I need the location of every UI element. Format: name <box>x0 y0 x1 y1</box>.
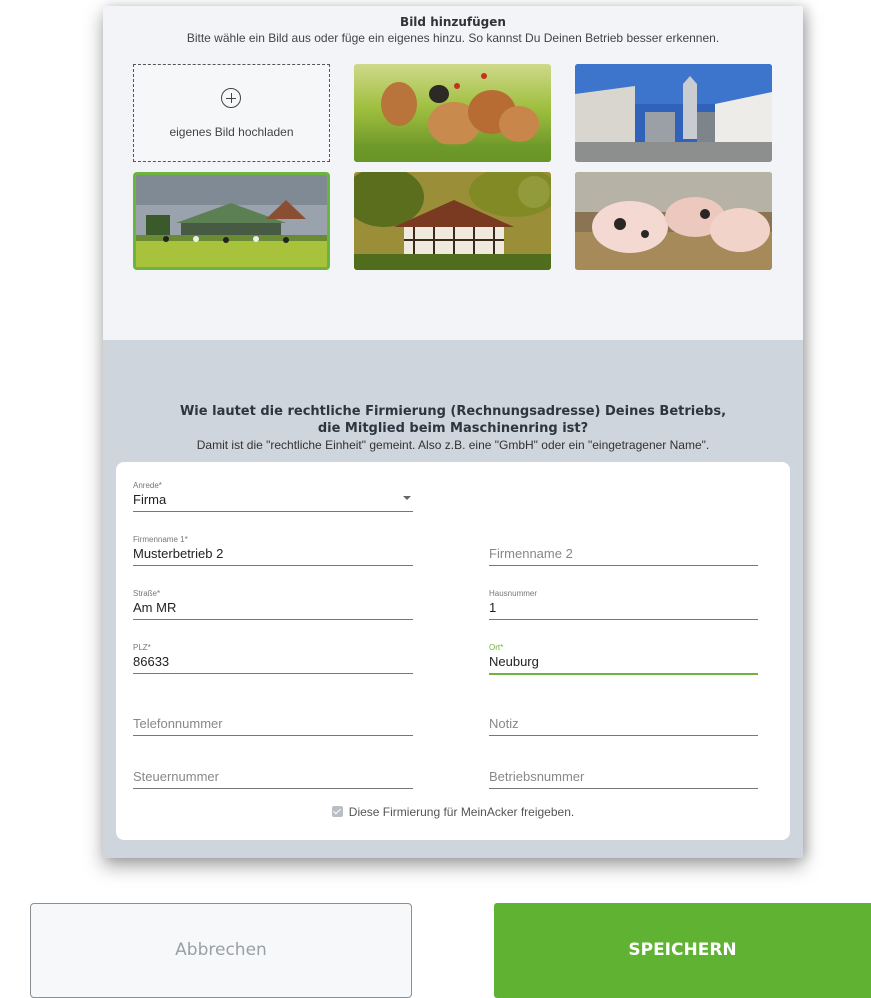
checkbox-checked-icon[interactable] <box>331 806 343 817</box>
company-form-section: Wie lautet die rechtliche Firmierung (Re… <box>103 340 803 858</box>
plz-field[interactable]: PLZ* 86633 <box>133 643 413 674</box>
firmenname1-value: Musterbetrieb 2 <box>133 546 224 561</box>
farm-silo-photo <box>575 64 772 162</box>
image-option-barn-cows[interactable] <box>133 172 330 270</box>
hausnummer-value: 1 <box>489 600 497 615</box>
ort-field[interactable]: Ort* Neuburg <box>489 643 758 675</box>
plz-value: 86633 <box>133 654 170 669</box>
telefon-placeholder: Telefonnummer <box>133 716 223 731</box>
strasse-value: Am MR <box>133 600 177 615</box>
betriebsnummer-placeholder: Betriebsnummer <box>489 769 585 784</box>
ort-label: Ort* <box>489 643 504 652</box>
image-option-chickens[interactable] <box>354 64 551 162</box>
anrede-label: Anrede* <box>133 481 162 490</box>
steuernummer-field[interactable]: Steuernummer <box>133 758 413 789</box>
notiz-placeholder: Notiz <box>489 716 519 731</box>
firmenname2-placeholder: Firmenname 2 <box>489 546 573 561</box>
upload-image-label: eigenes Bild hochladen <box>169 125 294 139</box>
image-option-farmhouse[interactable] <box>354 172 551 270</box>
hausnummer-field[interactable]: Hausnummer 1 <box>489 589 758 620</box>
form-subheading: Damit ist die "rechtliche Einheit" gemei… <box>196 438 710 452</box>
farm-barn-cows-photo <box>136 175 327 267</box>
plz-label: PLZ* <box>133 643 151 652</box>
company-card: Bild hinzufügen Bitte wähle ein Bild aus… <box>103 6 803 858</box>
cancel-button[interactable]: Abbrechen <box>30 903 412 998</box>
chickens-photo <box>354 64 551 162</box>
meinacker-checkbox-label: Diese Firmierung für MeinAcker freigeben… <box>348 805 575 819</box>
telefon-field[interactable]: Telefonnummer <box>133 705 413 736</box>
image-option-piglets[interactable] <box>575 172 772 270</box>
image-picker-title: Bild hinzufügen <box>400 15 506 29</box>
strasse-field[interactable]: Straße* Am MR <box>133 589 413 620</box>
ort-value: Neuburg <box>489 654 539 669</box>
form-card: Anrede* Firma Firmenname 1* Musterbetrie… <box>116 462 790 840</box>
firmenname1-label: Firmenname 1* <box>133 535 188 544</box>
image-picker-section: Bild hinzufügen Bitte wähle ein Bild aus… <box>103 6 803 340</box>
notiz-field[interactable]: Notiz <box>489 705 758 736</box>
firmenname2-field[interactable]: Firmenname 2 <box>489 535 758 566</box>
strasse-label: Straße* <box>133 589 161 598</box>
piglets-photo <box>575 172 772 270</box>
add-circle-icon <box>221 88 241 108</box>
upload-image-tile[interactable]: eigenes Bild hochladen <box>133 64 330 162</box>
hausnummer-label: Hausnummer <box>489 589 538 598</box>
form-heading: Wie lautet die rechtliche Firmierung (Re… <box>103 403 803 437</box>
image-picker-subtitle: Bitte wähle ein Bild aus oder füge ein e… <box>186 31 720 45</box>
anrede-select[interactable]: Anrede* Firma <box>133 481 413 512</box>
form-heading-line2: die Mitglied beim Maschinenring ist? <box>317 421 589 436</box>
chevron-down-icon <box>403 496 411 500</box>
firmenname1-field[interactable]: Firmenname 1* Musterbetrieb 2 <box>133 535 413 566</box>
image-option-farm-silo[interactable] <box>575 64 772 162</box>
steuernummer-placeholder: Steuernummer <box>133 769 219 784</box>
timber-frame-farmhouse-photo <box>354 172 551 270</box>
anrede-value: Firma <box>133 492 167 507</box>
form-heading-line1: Wie lautet die rechtliche Firmierung (Re… <box>179 404 727 419</box>
betriebsnummer-field[interactable]: Betriebsnummer <box>489 758 758 789</box>
save-button[interactable]: SPEICHERN <box>494 903 871 998</box>
meinacker-checkbox-row[interactable]: Diese Firmierung für MeinAcker freigeben… <box>116 805 790 819</box>
